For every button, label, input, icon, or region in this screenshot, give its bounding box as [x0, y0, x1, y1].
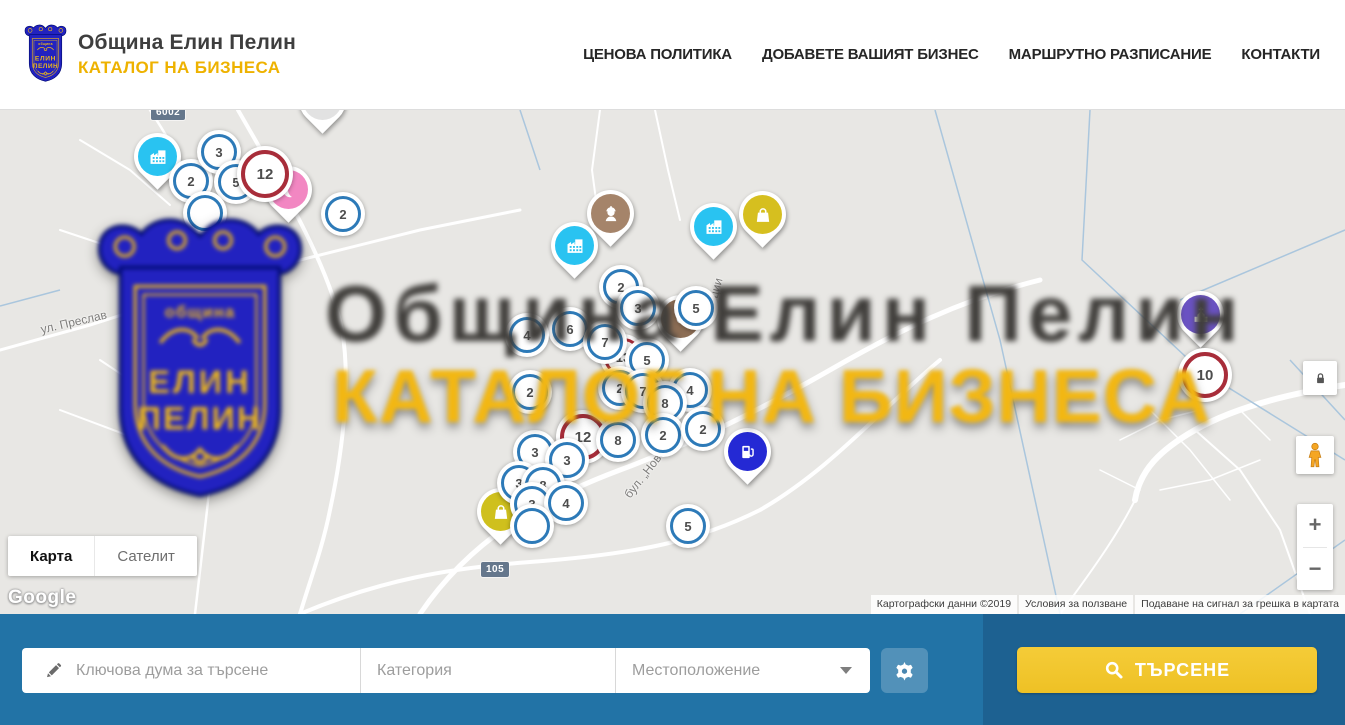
factory-icon — [694, 207, 733, 246]
map-cluster-marker[interactable] — [510, 504, 554, 548]
map-cluster-marker[interactable]: 10 — [1178, 348, 1232, 402]
cluster-count: 5 — [678, 290, 714, 326]
category-dropdown[interactable]: Категория — [360, 648, 615, 693]
cluster-count: 4 — [509, 317, 545, 353]
cluster-count: 2 — [685, 411, 721, 447]
map-cluster-marker[interactable]: 2 — [641, 413, 685, 457]
street-view-pegman[interactable] — [1296, 436, 1334, 474]
brand-text: Община Елин Пелин КАТАЛОГ НА БИЗНЕСА — [78, 31, 296, 78]
search-fields-group: Категория Местоположение — [22, 648, 870, 693]
terms-link[interactable]: Условия за ползване — [1019, 595, 1133, 614]
zoom-control: + − — [1297, 504, 1333, 590]
road-badge: 6002 — [151, 110, 185, 120]
map-attribution: Картографски данни ©2019 Условия за полз… — [871, 595, 1345, 614]
none-icon — [303, 110, 342, 120]
page: Община Елин Пелин КАТАЛОГ НА БИЗНЕСА ЦЕН… — [0, 0, 1345, 725]
worker-icon — [591, 194, 630, 233]
map-cluster-marker[interactable]: 2 — [508, 370, 552, 414]
google-logo[interactable]: Google — [8, 587, 76, 609]
lock-button[interactable] — [1303, 361, 1337, 395]
satellite-view-button[interactable]: Сателит — [94, 536, 197, 576]
brand-subtitle: КАТАЛОГ НА БИЗНЕСА — [78, 58, 296, 78]
cluster-count: 2 — [645, 417, 681, 453]
map-cluster-marker[interactable]: 12 — [237, 146, 293, 202]
cluster-count: 2 — [512, 374, 548, 410]
cluster-count: 12 — [241, 150, 289, 198]
cluster-count — [187, 195, 223, 231]
chevron-down-icon — [840, 667, 852, 674]
map-canvas[interactable]: 6002105 ул. Преславбул. „Новоселции 2351… — [0, 110, 1345, 614]
road-badge: 105 — [481, 562, 509, 577]
brand-title: Община Елин Пелин — [78, 31, 296, 55]
map-cluster-marker[interactable]: 5 — [674, 286, 718, 330]
map-cluster-marker[interactable]: 3 — [616, 286, 660, 330]
search-bar: Категория Местоположение ТЪРСЕНЕ — [0, 614, 1345, 725]
bag-icon — [743, 195, 782, 234]
site-header: Община Елин Пелин КАТАЛОГ НА БИЗНЕСА ЦЕН… — [0, 0, 1345, 110]
nav-item-1[interactable]: ЦЕНОВА ПОЛИТИКА — [583, 46, 732, 63]
municipality-crest-logo[interactable] — [22, 23, 69, 84]
keyword-search-input[interactable] — [76, 662, 326, 680]
cluster-count: 3 — [620, 290, 656, 326]
cluster-count: 4 — [548, 485, 584, 521]
nav-item-2[interactable]: ДОБАВЕТЕ ВАШИЯТ БИЗНЕС — [762, 46, 979, 63]
cluster-count: 7 — [587, 324, 623, 360]
category-dropdown-label: Категория — [377, 662, 452, 680]
search-button-label: ТЪРСЕНЕ — [1135, 660, 1230, 681]
zoom-in-button[interactable]: + — [1297, 504, 1333, 547]
main-nav: ЦЕНОВА ПОЛИТИКА ДОБАВЕТЕ ВАШИЯТ БИЗНЕС МАР… — [583, 0, 1320, 109]
cluster-count: 2 — [325, 196, 361, 232]
location-dropdown[interactable]: Местоположение — [615, 648, 870, 693]
keyword-field — [22, 648, 360, 693]
map-cluster-marker[interactable]: 2 — [321, 192, 365, 236]
nav-item-4[interactable]: КОНТАКТИ — [1241, 46, 1320, 63]
gear-icon — [893, 659, 916, 682]
cluster-count: 8 — [600, 422, 636, 458]
map-type-control: Карта Сателит — [8, 536, 197, 576]
nav-item-3[interactable]: МАРШРУТНО РАЗПИСАНИЕ — [1009, 46, 1212, 63]
map-cluster-marker[interactable]: 5 — [666, 504, 710, 548]
map-cluster-marker[interactable]: 8 — [596, 418, 640, 462]
zoom-out-button[interactable]: − — [1297, 548, 1333, 591]
map-cluster-marker[interactable]: 4 — [505, 313, 549, 357]
map-cluster-marker[interactable]: 7 — [583, 320, 627, 364]
church-icon — [1181, 295, 1220, 334]
report-map-error-link[interactable]: Подаване на сигнал за грешка в картата — [1135, 595, 1345, 614]
factory-icon — [555, 226, 594, 265]
search-settings-button[interactable] — [881, 648, 928, 693]
cluster-count: 5 — [670, 508, 706, 544]
map-cluster-marker[interactable] — [183, 191, 227, 235]
map-data-notice: Картографски данни ©2019 — [871, 595, 1017, 614]
cluster-count: 10 — [1182, 352, 1228, 398]
cluster-count — [514, 508, 550, 544]
fuel-icon — [728, 432, 767, 471]
location-dropdown-label: Местоположение — [632, 662, 760, 680]
lock-icon — [1312, 370, 1329, 387]
pegman-icon — [1304, 442, 1326, 468]
map-view-button[interactable]: Карта — [8, 536, 94, 576]
search-icon — [1104, 660, 1124, 680]
pencil-icon — [44, 661, 63, 680]
map-cluster-marker[interactable]: 2 — [681, 407, 725, 451]
search-button[interactable]: ТЪРСЕНЕ — [1017, 647, 1317, 693]
